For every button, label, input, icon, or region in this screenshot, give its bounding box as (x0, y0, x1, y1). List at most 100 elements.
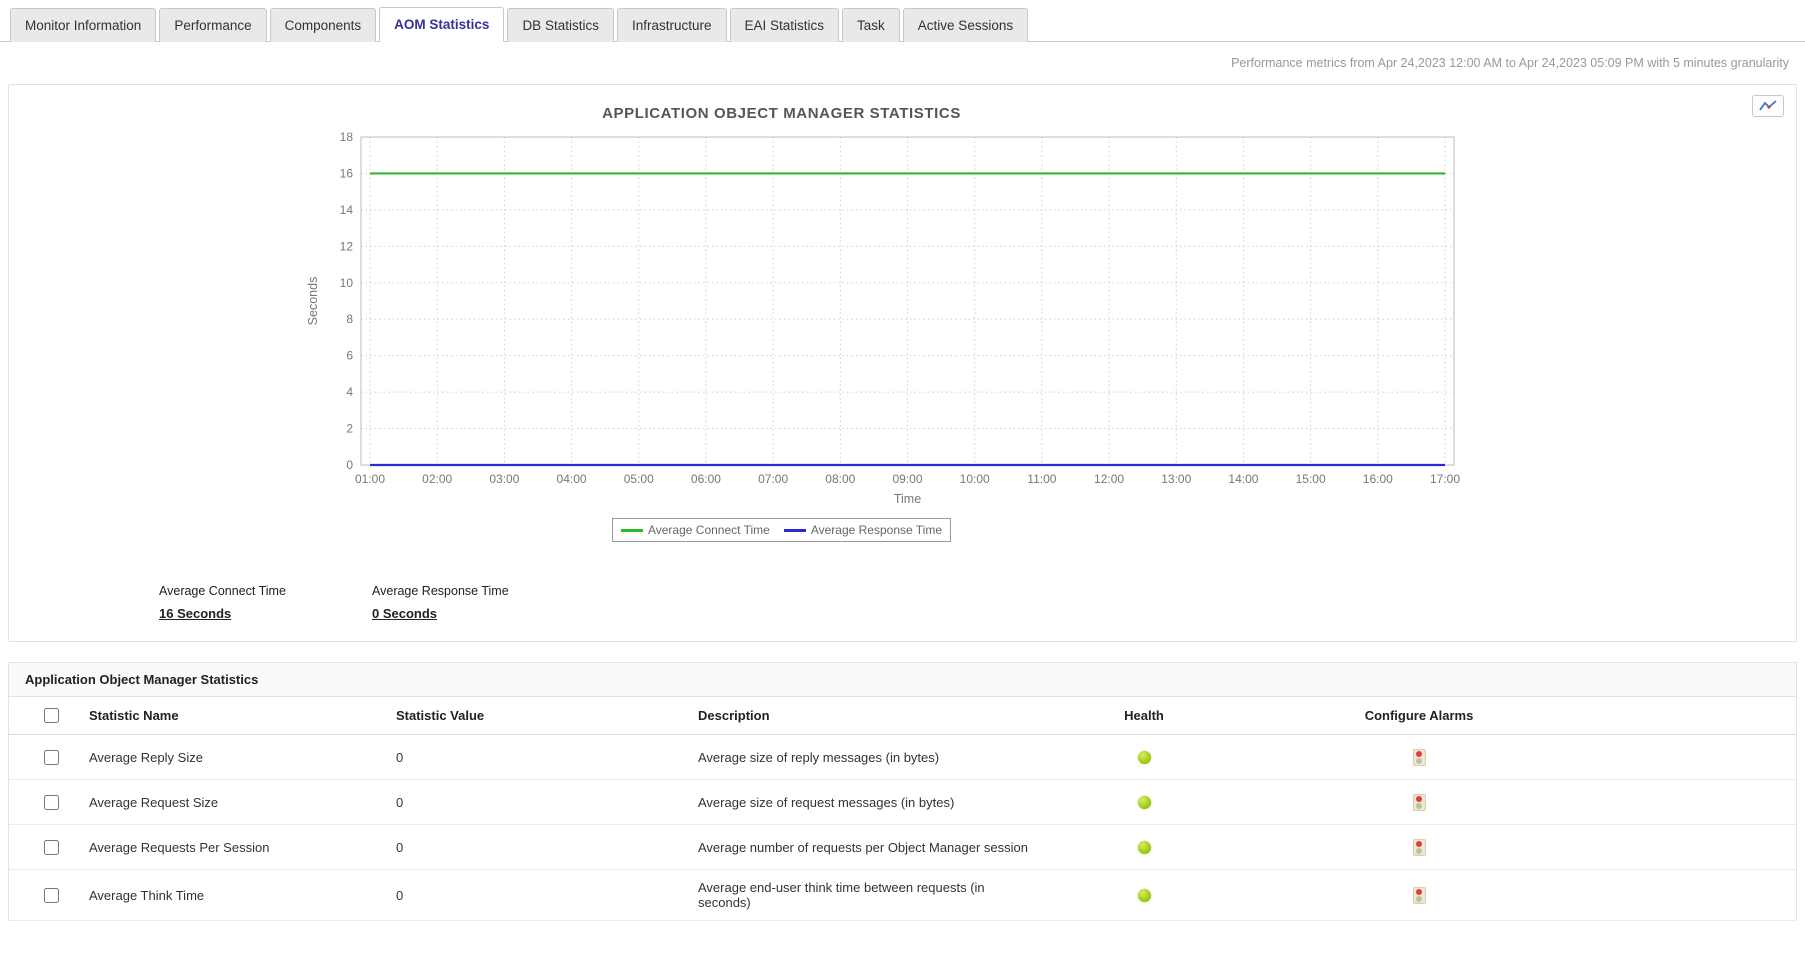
health-ok-icon (1138, 751, 1151, 764)
table-row: Average Reply Size0Average size of reply… (9, 735, 1796, 780)
tab-monitor-information[interactable]: Monitor Information (10, 8, 156, 42)
legend-label: Average Response Time (811, 523, 942, 537)
legend-item: Average Connect Time (621, 523, 770, 537)
tab-bar: Monitor InformationPerformanceComponents… (0, 0, 1805, 42)
configure-alarm-icon[interactable] (1413, 887, 1426, 904)
col-configure-alarms: Configure Alarms (1259, 698, 1589, 733)
statistic-description: Average size of request messages (in byt… (698, 785, 1039, 820)
svg-text:Seconds: Seconds (306, 277, 320, 326)
svg-text:06:00: 06:00 (691, 472, 721, 486)
tab-db-statistics[interactable]: DB Statistics (507, 8, 614, 42)
row-checkbox[interactable] (44, 795, 59, 810)
configure-alarm-cell (1259, 784, 1589, 821)
svg-text:05:00: 05:00 (624, 472, 654, 486)
configure-alarm-cell (1259, 877, 1589, 914)
svg-text:15:00: 15:00 (1296, 472, 1326, 486)
svg-text:0: 0 (346, 458, 353, 472)
row-checkbox[interactable] (44, 888, 59, 903)
row-checkbox-cell (9, 785, 89, 820)
aom-statistics-chart-panel: APPLICATION OBJECT MANAGER STATISTICS 02… (8, 84, 1797, 642)
row-checkbox-cell (9, 740, 89, 775)
health-cell (1039, 741, 1259, 774)
row-checkbox[interactable] (44, 750, 59, 765)
svg-text:18: 18 (340, 130, 354, 144)
statistic-value: 0 (396, 878, 698, 913)
health-ok-icon (1138, 841, 1151, 854)
svg-text:Time: Time (894, 492, 921, 506)
configure-alarm-icon[interactable] (1413, 794, 1426, 811)
svg-text:09:00: 09:00 (892, 472, 922, 486)
table-row: Average Think Time0Average end-user thin… (9, 870, 1796, 921)
health-ok-icon (1138, 796, 1151, 809)
svg-text:17:00: 17:00 (1430, 472, 1460, 486)
tab-eai-statistics[interactable]: EAI Statistics (730, 8, 840, 42)
chart-settings-button[interactable] (1752, 95, 1784, 117)
svg-text:12:00: 12:00 (1094, 472, 1124, 486)
svg-text:11:00: 11:00 (1027, 472, 1056, 486)
svg-text:16:00: 16:00 (1363, 472, 1393, 486)
tab-active-sessions[interactable]: Active Sessions (903, 8, 1028, 42)
configure-alarm-icon[interactable] (1413, 839, 1426, 856)
summary-stat-value-link[interactable]: 16 Seconds (159, 606, 231, 621)
chart-widget: APPLICATION OBJECT MANAGER STATISTICS 02… (9, 99, 1554, 542)
aom-statistics-chart: 0 2 4 6 8 10 12 14 16 18 01:00 02:00 03:00 04:00 05:00… (9, 129, 1554, 507)
summary-stat-label: Average Response Time (372, 584, 585, 598)
summary-stat-label: Average Connect Time (159, 584, 372, 598)
svg-text:07:00: 07:00 (758, 472, 788, 486)
svg-text:14:00: 14:00 (1228, 472, 1258, 486)
row-checkbox-cell (9, 830, 89, 865)
statistic-name: Average Think Time (89, 878, 396, 913)
chart-title: APPLICATION OBJECT MANAGER STATISTICS (9, 99, 1554, 129)
select-all-checkbox[interactable] (44, 708, 59, 723)
tab-aom-statistics[interactable]: AOM Statistics (379, 7, 504, 42)
stats-table-panel: Application Object Manager Statistics St… (8, 662, 1797, 921)
statistic-name: Average Requests Per Session (89, 830, 396, 865)
tab-infrastructure[interactable]: Infrastructure (617, 8, 727, 42)
svg-text:10: 10 (340, 276, 354, 290)
configure-alarm-cell (1259, 829, 1589, 866)
statistic-description: Average end-user think time between requ… (698, 870, 1039, 920)
line-chart-icon (1758, 99, 1778, 113)
svg-text:03:00: 03:00 (489, 472, 519, 486)
svg-text:01:00: 01:00 (355, 472, 385, 486)
chart-summary-row: Average Connect Time 16 Seconds Average Re… (9, 584, 1796, 623)
tab-task[interactable]: Task (842, 8, 900, 42)
statistic-value: 0 (396, 830, 698, 865)
select-all-cell (9, 698, 89, 733)
svg-text:6: 6 (346, 349, 353, 363)
svg-text:16: 16 (340, 166, 354, 180)
summary-stat-value-link[interactable]: 0 Seconds (372, 606, 437, 621)
tab-components[interactable]: Components (270, 8, 377, 42)
svg-text:14: 14 (340, 203, 354, 217)
table-row: Average Request Size0Average size of req… (9, 780, 1796, 825)
svg-text:2: 2 (346, 422, 353, 436)
stats-table-body: Average Reply Size0Average size of reply… (9, 735, 1796, 921)
summary-stat: Average Connect Time 16 Seconds (159, 584, 372, 623)
row-checkbox[interactable] (44, 840, 59, 855)
svg-text:02:00: 02:00 (422, 472, 452, 486)
row-checkbox-cell (9, 878, 89, 913)
statistic-name: Average Reply Size (89, 740, 396, 775)
configure-alarm-icon[interactable] (1413, 749, 1426, 766)
health-cell (1039, 831, 1259, 864)
svg-text:10:00: 10:00 (960, 472, 990, 486)
col-description: Description (698, 698, 1039, 733)
configure-alarm-cell (1259, 739, 1589, 776)
statistic-value: 0 (396, 785, 698, 820)
statistic-name: Average Request Size (89, 785, 396, 820)
tab-performance[interactable]: Performance (159, 8, 266, 42)
health-cell (1039, 786, 1259, 819)
legend-line-swatch (621, 529, 643, 532)
summary-stat: Average Response Time 0 Seconds (372, 584, 585, 623)
col-statistic-value: Statistic Value (396, 698, 698, 733)
svg-text:04:00: 04:00 (557, 472, 587, 486)
svg-text:4: 4 (346, 385, 353, 399)
metrics-range-text: Performance metrics from Apr 24,2023 12:… (0, 42, 1805, 80)
svg-text:13:00: 13:00 (1161, 472, 1191, 486)
legend-item: Average Response Time (784, 523, 942, 537)
col-health: Health (1039, 698, 1259, 733)
statistic-value: 0 (396, 740, 698, 775)
legend-line-swatch (784, 529, 806, 532)
svg-text:8: 8 (346, 312, 353, 326)
svg-text:12: 12 (340, 239, 354, 253)
